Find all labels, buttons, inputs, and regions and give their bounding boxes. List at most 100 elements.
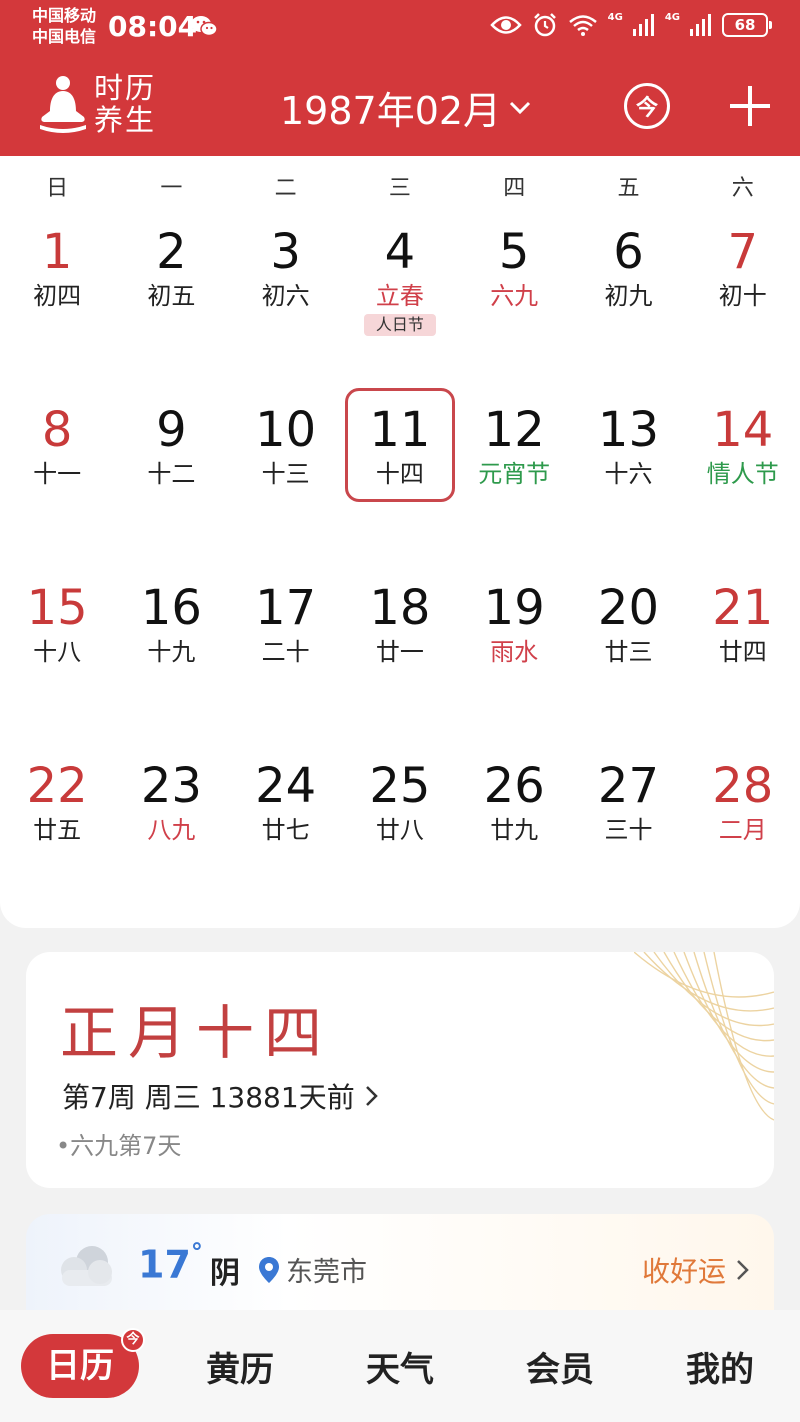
- weekday-label: 五: [617, 176, 640, 201]
- calendar-day[interactable]: 15 十八: [0, 562, 114, 740]
- degree-symbol: °: [190, 1238, 203, 1266]
- nav-tab-calendar[interactable]: 日历 今: [0, 1328, 160, 1398]
- calendar-day[interactable]: 1 初四: [0, 206, 114, 384]
- day-number: 7: [727, 224, 758, 280]
- calendar-day[interactable]: 2 初五: [114, 206, 228, 384]
- lunar-label: 初五: [147, 282, 196, 310]
- calendar-day[interactable]: 3 初六: [229, 206, 343, 384]
- cloud-icon: [61, 1246, 112, 1286]
- day-number: 6: [613, 224, 644, 280]
- calendar-day[interactable]: 22 廿五: [0, 740, 114, 918]
- weather-condition: 阴: [210, 1256, 240, 1291]
- lunar-label: 十六: [604, 460, 653, 488]
- day-number: 17: [255, 580, 317, 636]
- calendar-day[interactable]: 12 元宵节: [457, 384, 571, 562]
- holiday-tag: 人日节: [363, 314, 436, 336]
- calendar-day[interactable]: 23 八九: [114, 740, 228, 918]
- day-number: 23: [140, 758, 202, 814]
- calendar-day[interactable]: 4 立春人日节: [343, 206, 457, 384]
- nav-tab-membership[interactable]: 会员: [480, 1342, 640, 1391]
- nav-tab-almanac[interactable]: 黄历: [160, 1342, 320, 1391]
- chevron-right-icon: [737, 1260, 749, 1280]
- day-number: 16: [140, 580, 202, 636]
- today-label: 今: [635, 96, 658, 121]
- calendar-day[interactable]: 5 六九: [457, 206, 571, 384]
- carrier-2: 中国电信: [32, 27, 97, 46]
- weekday-label: 日: [46, 176, 69, 201]
- calendar-day[interactable]: 26 廿九: [457, 740, 571, 918]
- day-number: 15: [26, 580, 88, 636]
- nav-tab-profile[interactable]: 我的: [640, 1342, 800, 1391]
- calendar-day[interactable]: 20 廿三: [571, 562, 685, 740]
- lunar-label: 立春: [375, 282, 424, 310]
- day-number: 4: [384, 224, 416, 280]
- day-number: 26: [483, 758, 545, 814]
- week-info-link[interactable]: 第7周 周三 13881天前: [62, 1076, 379, 1116]
- location-name: 东莞市: [286, 1257, 367, 1288]
- calendar-day[interactable]: 7 初十: [686, 206, 800, 384]
- selected-day-frame: [344, 388, 455, 502]
- calendar-day[interactable]: 17 二十: [229, 562, 343, 740]
- calendar-month-view: 日 一 二 三 四 五 六 1 初四 2 初五 3 初六 4 立春 人日节 5 六九 6 初九 7 初十 8 十…: [0, 156, 800, 928]
- calendar-day[interactable]: 18 廿一: [343, 562, 457, 740]
- lunar-label: 廿三: [604, 638, 653, 666]
- brand-line-1: 时历: [94, 71, 157, 105]
- calendar-day[interactable]: 13 十六: [571, 384, 685, 562]
- weekday-label: 一: [160, 176, 183, 201]
- calendar-day[interactable]: 25 廿八: [343, 740, 457, 918]
- calendar-week-row: 8 十一 9 十二 10 十三 11 十四 12 元宵节 13 十六 14 情人节: [0, 384, 800, 562]
- day-number: 1: [41, 224, 73, 280]
- calendar-day[interactable]: 27 三十: [571, 740, 685, 918]
- lunar-label: 初九: [604, 282, 653, 310]
- add-icon[interactable]: [726, 82, 774, 130]
- month-selector[interactable]: 1987年02月: [280, 80, 531, 135]
- calendar-grid: 1 初四 2 初五 3 初六 4 立春 人日节 5 六九 6 初九 7 初十 8 十一 9 十二 10 十三 11 十四 12…: [0, 206, 800, 918]
- calendar-day[interactable]: 19 雨水: [457, 562, 571, 740]
- app-logo: 时历 养生: [38, 72, 156, 136]
- calendar-day[interactable]: 21 廿四: [686, 562, 800, 740]
- fortune-link[interactable]: 收好运: [642, 1250, 750, 1290]
- lunar-label: 十一: [33, 460, 82, 488]
- signal-icon: [632, 14, 654, 36]
- app-header: 中国移动 中国电信 08:04 4G 4G 68 时历 养生 1987年02月 …: [0, 0, 800, 156]
- lunar-label: 初四: [33, 282, 82, 310]
- network-type-1: 4G: [607, 11, 623, 23]
- fortune-label: 收好运: [641, 1255, 726, 1288]
- day-number: 24: [255, 758, 317, 814]
- day-number: 3: [270, 224, 301, 280]
- day-number: 21: [712, 580, 774, 636]
- meditation-logo-icon: [40, 76, 86, 133]
- battery-indicator: 68: [722, 13, 772, 37]
- weather-bar[interactable]: 17° 阴 东莞市 收好运: [26, 1214, 774, 1314]
- calendar-day[interactable]: 9 十二: [114, 384, 228, 562]
- temperature: 17°: [138, 1238, 203, 1287]
- lunar-label: 十二: [147, 460, 196, 488]
- calendar-day[interactable]: 6 初九: [571, 206, 685, 384]
- day-number: 2: [156, 224, 187, 280]
- nav-tab-weather[interactable]: 天气: [320, 1342, 480, 1391]
- day-number: 27: [597, 758, 659, 814]
- brand-text: 时历 养生: [94, 72, 156, 136]
- calendar-day[interactable]: 8 十一: [0, 384, 114, 562]
- day-number: 5: [498, 224, 530, 280]
- today-button[interactable]: 今: [624, 83, 670, 129]
- lunar-label: 三十: [604, 816, 653, 844]
- nine-days-info: •六九第7天: [56, 1132, 182, 1160]
- carrier-names: 中国移动 中国电信: [32, 5, 96, 47]
- calendar-day[interactable]: 24 廿七: [229, 740, 343, 918]
- calendar-week-row: 1 初四 2 初五 3 初六 4 立春 人日节 5 六九 6 初九 7 初十: [0, 206, 800, 384]
- lunar-label: 六九: [490, 282, 539, 310]
- day-info-card[interactable]: 正月十四 第7周 周三 13881天前 •六九第7天: [26, 952, 774, 1188]
- calendar-day-selected[interactable]: 11 十四: [343, 384, 457, 562]
- lunar-label: 初十: [718, 282, 767, 310]
- calendar-day[interactable]: 28 二月: [686, 740, 800, 918]
- day-number: 9: [156, 402, 187, 458]
- calendar-day[interactable]: 14 情人节: [686, 384, 800, 562]
- wifi-icon: [568, 15, 597, 36]
- bottom-navigation: 日历 今 黄历 天气 会员 我的: [0, 1310, 800, 1422]
- calendar-day[interactable]: 16 十九: [114, 562, 228, 740]
- lunar-label: 初六: [261, 282, 310, 310]
- calendar-day[interactable]: 10 十三: [229, 384, 343, 562]
- day-number: 22: [26, 758, 88, 814]
- location[interactable]: 东莞市: [258, 1250, 367, 1289]
